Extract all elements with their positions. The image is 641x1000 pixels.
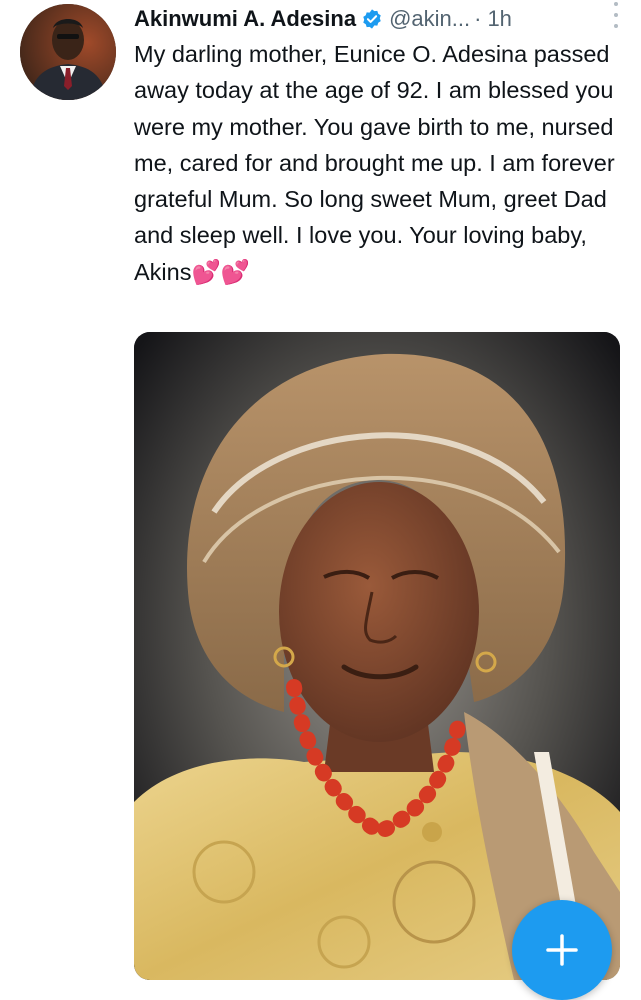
compose-plus-icon[interactable] (512, 900, 612, 1000)
verified-badge-icon (361, 8, 383, 30)
separator-dot: · (474, 6, 482, 31)
avatar[interactable] (20, 4, 116, 100)
tweet-photo[interactable] (134, 332, 620, 980)
more-vertical-icon[interactable] (609, 2, 623, 28)
tweet-header: Akinwumi A. Adesina @akin... · 1h (134, 4, 624, 34)
author-handle[interactable]: @akin... (389, 6, 470, 32)
author-name[interactable]: Akinwumi A. Adesina (134, 6, 356, 32)
tweet-text: My darling mother, Eunice O. Adesina pas… (134, 41, 615, 285)
tweet[interactable]: Akinwumi A. Adesina @akin... · 1h My dar… (0, 0, 641, 1000)
timestamp[interactable]: 1h (487, 6, 511, 32)
